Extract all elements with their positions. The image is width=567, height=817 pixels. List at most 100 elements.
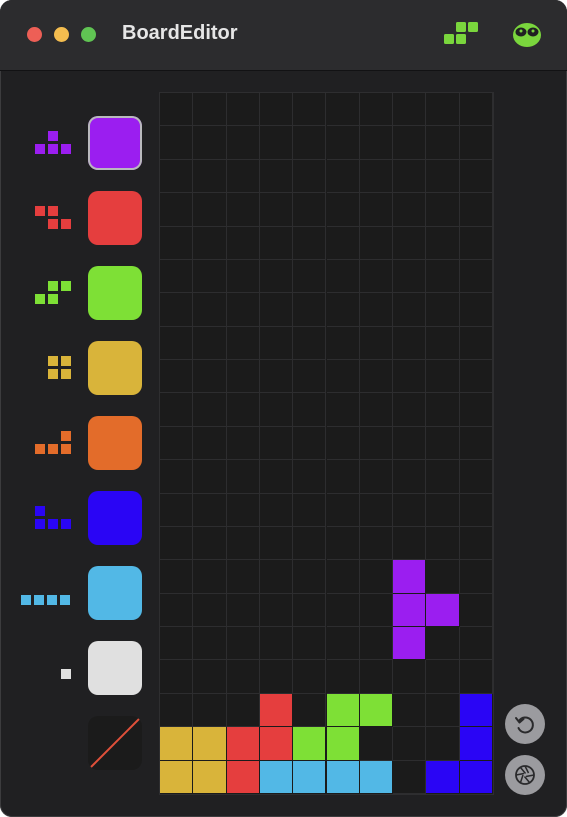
board-cell[interactable] xyxy=(226,693,260,728)
board-cell[interactable] xyxy=(160,226,194,260)
board-cell[interactable] xyxy=(226,93,260,127)
board-cell[interactable] xyxy=(459,627,493,661)
board-cell[interactable] xyxy=(393,226,427,260)
board-cell[interactable] xyxy=(426,159,460,194)
board-cell[interactable] xyxy=(326,293,360,327)
board-cell[interactable] xyxy=(160,393,194,427)
board-cell[interactable] xyxy=(160,93,194,127)
board-cell[interactable] xyxy=(359,293,394,327)
board-cell[interactable] xyxy=(326,326,360,361)
board-cell[interactable] xyxy=(326,159,360,194)
board-cell[interactable] xyxy=(293,493,327,527)
board-cell[interactable] xyxy=(226,360,260,394)
board-cell[interactable] xyxy=(293,326,327,361)
board-cell[interactable] xyxy=(160,693,194,728)
board-cell-filled[interactable] xyxy=(226,727,260,761)
board-cell[interactable] xyxy=(259,293,294,327)
board-cell[interactable] xyxy=(459,326,493,361)
board-cell[interactable] xyxy=(459,159,493,194)
board-cell[interactable] xyxy=(393,326,427,361)
board-cell[interactable] xyxy=(160,627,194,661)
board-cell[interactable] xyxy=(293,293,327,327)
board-cell[interactable] xyxy=(459,493,493,527)
board-cell[interactable] xyxy=(459,193,493,227)
board-cell[interactable] xyxy=(359,727,394,761)
zoom-window-button[interactable] xyxy=(81,27,96,42)
board-cell[interactable] xyxy=(293,526,327,561)
board-cell[interactable] xyxy=(426,293,460,327)
board-cell[interactable] xyxy=(426,326,460,361)
board-cell-filled[interactable] xyxy=(226,760,260,794)
board-cell[interactable] xyxy=(193,460,227,494)
board-cell[interactable] xyxy=(193,560,227,594)
board-cell[interactable] xyxy=(393,259,427,294)
board-cell[interactable] xyxy=(326,360,360,394)
board-cell[interactable] xyxy=(459,126,493,160)
board-cell[interactable] xyxy=(193,159,227,194)
board-cell[interactable] xyxy=(426,693,460,728)
board-cell-filled[interactable] xyxy=(293,727,327,761)
board-cell[interactable] xyxy=(259,159,294,194)
board-cell[interactable] xyxy=(359,226,394,260)
board-cell[interactable] xyxy=(259,660,294,694)
eraser-swatch[interactable] xyxy=(88,716,142,770)
board-cell[interactable] xyxy=(326,126,360,160)
board-cell[interactable] xyxy=(426,360,460,394)
board-cell-filled[interactable] xyxy=(426,760,460,794)
board-cell[interactable] xyxy=(359,493,394,527)
board-cell[interactable] xyxy=(226,460,260,494)
board-cell[interactable] xyxy=(193,293,227,327)
board-cell[interactable] xyxy=(160,460,194,494)
board-cell[interactable] xyxy=(193,627,227,661)
board-cell[interactable] xyxy=(259,93,294,127)
board-cell[interactable] xyxy=(193,426,227,461)
board-cell-filled[interactable] xyxy=(193,760,227,794)
piece-palette-button[interactable] xyxy=(440,18,480,52)
board-cell[interactable] xyxy=(226,526,260,561)
board-cell[interactable] xyxy=(459,259,493,294)
board-cell[interactable] xyxy=(426,226,460,260)
board-cell-filled[interactable] xyxy=(359,760,394,794)
board-cell[interactable] xyxy=(193,126,227,160)
board-cell[interactable] xyxy=(293,627,327,661)
board-cell[interactable] xyxy=(160,126,194,160)
j-color-swatch[interactable] xyxy=(88,491,142,545)
board-cell[interactable] xyxy=(293,126,327,160)
board-cell[interactable] xyxy=(193,226,227,260)
board-cell-filled[interactable] xyxy=(160,760,194,794)
board-cell[interactable] xyxy=(259,426,294,461)
board-cell[interactable] xyxy=(326,226,360,260)
board-cell[interactable] xyxy=(326,426,360,461)
board-cell[interactable] xyxy=(293,393,327,427)
board-cell-filled[interactable] xyxy=(259,693,294,728)
board-cell[interactable] xyxy=(359,460,394,494)
board-cell[interactable] xyxy=(459,460,493,494)
board-cell[interactable] xyxy=(426,126,460,160)
board-cell-filled[interactable] xyxy=(393,560,427,594)
board-cell[interactable] xyxy=(393,526,427,561)
board-cell[interactable] xyxy=(293,259,327,294)
o-color-swatch[interactable] xyxy=(88,341,142,395)
board-cell-filled[interactable] xyxy=(293,760,327,794)
board-cell[interactable] xyxy=(393,426,427,461)
board-cell[interactable] xyxy=(226,126,260,160)
board-cell[interactable] xyxy=(393,760,427,794)
board-cell[interactable] xyxy=(393,460,427,494)
board-cell[interactable] xyxy=(226,259,260,294)
board-cell[interactable] xyxy=(226,393,260,427)
board-cell[interactable] xyxy=(160,593,194,628)
board-cell[interactable] xyxy=(259,193,294,227)
board-cell-filled[interactable] xyxy=(393,627,427,661)
board-cell[interactable] xyxy=(326,593,360,628)
board-cell[interactable] xyxy=(259,627,294,661)
board-cell-filled[interactable] xyxy=(459,727,493,761)
board-cell[interactable] xyxy=(193,693,227,728)
board-cell[interactable] xyxy=(393,727,427,761)
board-cell[interactable] xyxy=(359,326,394,361)
board-cell-filled[interactable] xyxy=(326,727,360,761)
board-cell[interactable] xyxy=(426,660,460,694)
board-cell[interactable] xyxy=(160,193,194,227)
board-cell[interactable] xyxy=(326,93,360,127)
board-cell[interactable] xyxy=(393,159,427,194)
board-cell[interactable] xyxy=(160,426,194,461)
